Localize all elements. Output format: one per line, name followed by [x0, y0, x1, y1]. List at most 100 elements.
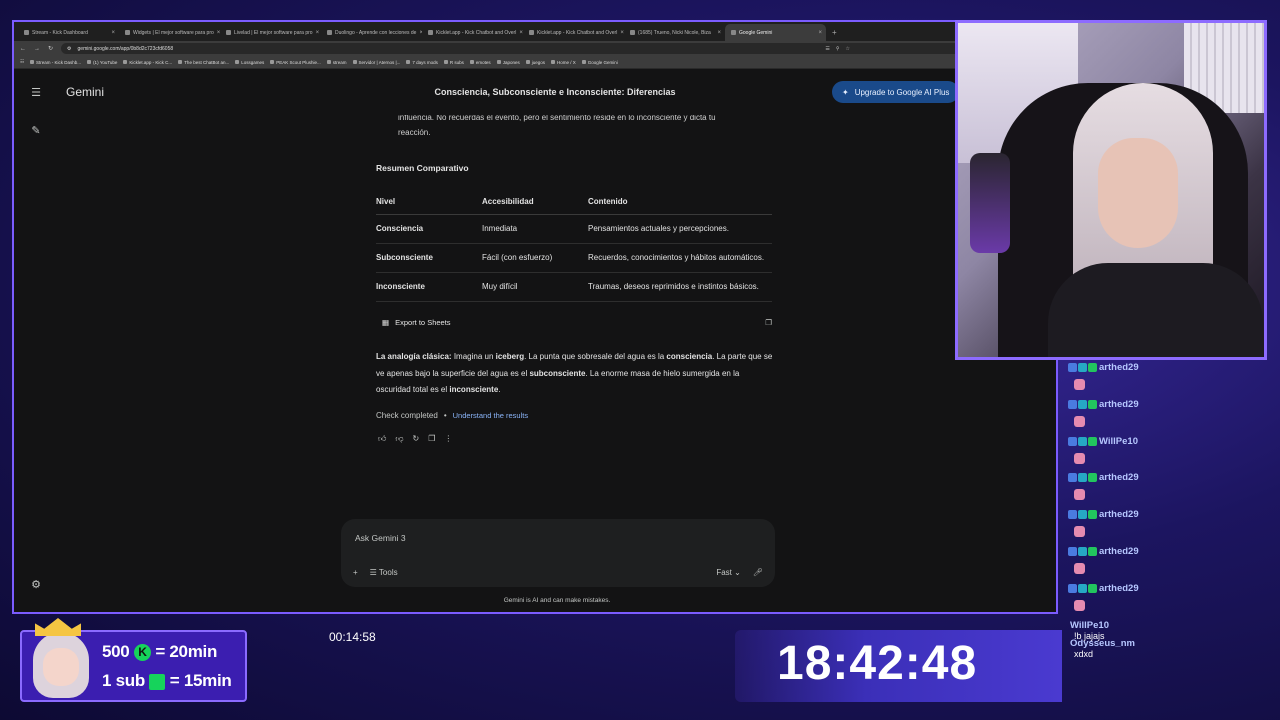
more-options-icon[interactable]: ⋮ [444, 434, 452, 444]
upgrade-button[interactable]: ✦ Upgrade to Google AI Plus [832, 81, 960, 103]
bookmark-item[interactable]: Home / X [550, 59, 576, 65]
tools-label: Tools [378, 568, 398, 577]
thumbs-up-icon[interactable]: 👍︎ [378, 434, 386, 444]
apps-icon[interactable]: ☷ [20, 59, 24, 65]
chat-username[interactable]: arthed29 [1099, 399, 1139, 410]
translate-icon[interactable]: ☰ [825, 46, 829, 52]
tab-label: Livelad | El mejor software para pro [234, 29, 313, 36]
new-chat-icon[interactable]: ✎ [28, 123, 44, 139]
bookmark-item[interactable]: emotes [469, 59, 491, 65]
site-info-icon[interactable]: ⚙ [67, 46, 71, 52]
tab-label: Kicklet.app - Kick Chatbot and Overl [537, 29, 618, 36]
chat-username[interactable]: arthed29 [1099, 583, 1139, 594]
chat-message: arthed29 [1068, 583, 1188, 620]
chat-message: WillPe10 !b jajajs [1068, 620, 1188, 641]
badge-icon [1088, 473, 1097, 483]
chat-username[interactable]: arthed29 [1099, 472, 1139, 483]
badge-icon [1078, 583, 1087, 593]
chat-message: arthed29 [1068, 362, 1188, 399]
close-icon[interactable]: × [717, 30, 721, 36]
chibi-avatar [25, 618, 97, 704]
browser-tab[interactable]: Widgets | El mejor software para pro × [119, 24, 220, 41]
bookmark-label: Google Gemini [587, 59, 618, 65]
bookmark-label: emotes [475, 59, 491, 65]
bookmark-item[interactable]: The best ChatBot an... [178, 60, 229, 65]
bookmark-item[interactable]: R subs [443, 60, 464, 65]
regenerate-icon[interactable]: ↻ [413, 434, 420, 444]
comparison-table: Nivel Accesibilidad Contenido Conscienci… [376, 191, 772, 302]
export-to-sheets-button[interactable]: Export to Sheets [395, 318, 450, 327]
microphone-icon[interactable]: 🎤︎ [753, 568, 763, 577]
close-icon[interactable]: × [818, 30, 822, 36]
chat-username[interactable]: WillPe10 [1070, 620, 1109, 631]
bookmark-favicon-icon [581, 60, 586, 64]
bookmark-item[interactable]: Google Gemini [581, 59, 618, 65]
side-rail: ☰ ✎ ⚙ [14, 69, 58, 612]
copy-table-icon[interactable]: ❐ [765, 318, 772, 327]
browser-tab[interactable]: Google Gemini × [725, 24, 826, 41]
response-content: influencia. No recuerdas el evento, pero… [376, 115, 776, 444]
browser-tab[interactable]: Livelad | El mejor software para pro × [220, 24, 321, 41]
bookmark-label: Home / X [556, 59, 576, 65]
badge-icon [1078, 473, 1087, 483]
settings-icon[interactable]: ⚙ [28, 577, 44, 593]
zoom-icon[interactable]: ⚲ [836, 46, 840, 52]
browser-tab[interactable]: Duolingo - Aprende con lecciones de× [321, 24, 422, 41]
emote-icon [1074, 599, 1085, 611]
table-cell: Consciencia [376, 214, 482, 244]
bookmark-item[interactable]: Stream - Kick Dashb... [30, 60, 81, 65]
back-icon[interactable]: ← [20, 46, 26, 52]
chat-username[interactable]: arthed29 [1099, 509, 1139, 520]
browser-tab[interactable]: Kicklet.app - Kick Chatbot and Overl × [523, 24, 624, 41]
bookmark-item[interactable]: Servidor | Aternos |... [352, 60, 400, 65]
url-text: gemini.google.com/app/0b8d2c723cfd6058 [77, 45, 174, 52]
bookmark-item[interactable]: Kicklet.app - Kick C... [123, 60, 172, 65]
bookmark-star-icon[interactable]: ☆ [846, 46, 850, 52]
chat-username[interactable]: Odysseus_nm [1070, 638, 1135, 649]
bookmark-item[interactable]: juegos [525, 60, 545, 65]
close-icon[interactable]: × [316, 30, 320, 36]
new-tab-icon[interactable]: + [826, 28, 843, 41]
reload-icon[interactable]: ↻ [48, 45, 53, 52]
thumbs-down-icon[interactable]: 👎︎ [395, 434, 403, 444]
chat-username[interactable]: WillPe10 [1099, 436, 1138, 447]
bookmark-item[interactable]: Japones [496, 60, 520, 65]
add-icon[interactable]: + [353, 568, 358, 577]
browser-tab[interactable]: Stream - Kick Dashboard × [18, 24, 119, 41]
chat-username[interactable]: arthed29 [1099, 362, 1139, 373]
tools-icon: ☰ [369, 568, 377, 577]
tab-favicon-icon [428, 30, 433, 35]
badge-icon [1068, 583, 1077, 593]
column-header: Accesibilidad [482, 191, 588, 215]
close-icon[interactable]: × [111, 30, 115, 36]
bookmarks-bar: ☷ Stream - Kick Dashb... (1) YouTube Kickle… [14, 56, 1056, 69]
bookmark-favicon-icon [469, 60, 474, 64]
bookmark-item[interactable]: 7 days mods [406, 60, 438, 65]
text-run: Imagina un [451, 352, 496, 361]
mode-selector[interactable]: Fast ⌄ [716, 568, 741, 577]
chat-username[interactable]: arthed29 [1099, 546, 1139, 557]
address-bar[interactable]: ⚙ gemini.google.com/app/0b8d2c723cfd6058… [61, 43, 1050, 54]
kicks-goal-line: 500 K = 20min [102, 642, 217, 662]
bookmark-item[interactable]: (1) YouTube [87, 60, 117, 65]
cut-paragraph-line: influencia. No recuerdas el evento, pero… [398, 115, 716, 122]
gemini-app: ☰ ✎ ⚙ Gemini Consciencia, Subconsciente … [14, 69, 1056, 612]
summary-heading: Resumen Comparativo [376, 163, 469, 173]
column-header: Nivel [376, 191, 482, 215]
prompt-input[interactable]: Ask Gemini 3 + ☰ Tools Fast ⌄ 🎤︎ [341, 519, 775, 587]
analogy-lead: La analogía clásica: [376, 352, 452, 361]
bookmark-item[interactable]: stream [326, 60, 347, 65]
browser-tab[interactable]: (1685) Trueno, Nicki Nicole, Biza × [624, 24, 725, 41]
bookmark-item[interactable]: Lossgames [235, 60, 264, 65]
bookmark-label: 7 days mods [412, 59, 438, 65]
bookmark-favicon-icon [30, 60, 35, 64]
tools-button[interactable]: ☰ Tools [370, 568, 398, 577]
tab-favicon-icon [630, 30, 635, 35]
forward-icon[interactable]: → [34, 46, 40, 52]
browser-tab[interactable]: Kicklet.app - Kick Chatbot and Overl × [422, 24, 523, 41]
response-actions: 👍︎ 👎︎ ↻ ❐ ⋮ [376, 434, 776, 444]
bookmark-favicon-icon [178, 60, 183, 64]
copy-icon[interactable]: ❐ [428, 434, 435, 444]
bookmark-item[interactable]: PEAK Scout Plushie... [270, 60, 321, 65]
understand-results-link[interactable]: Understand the results [453, 411, 528, 420]
